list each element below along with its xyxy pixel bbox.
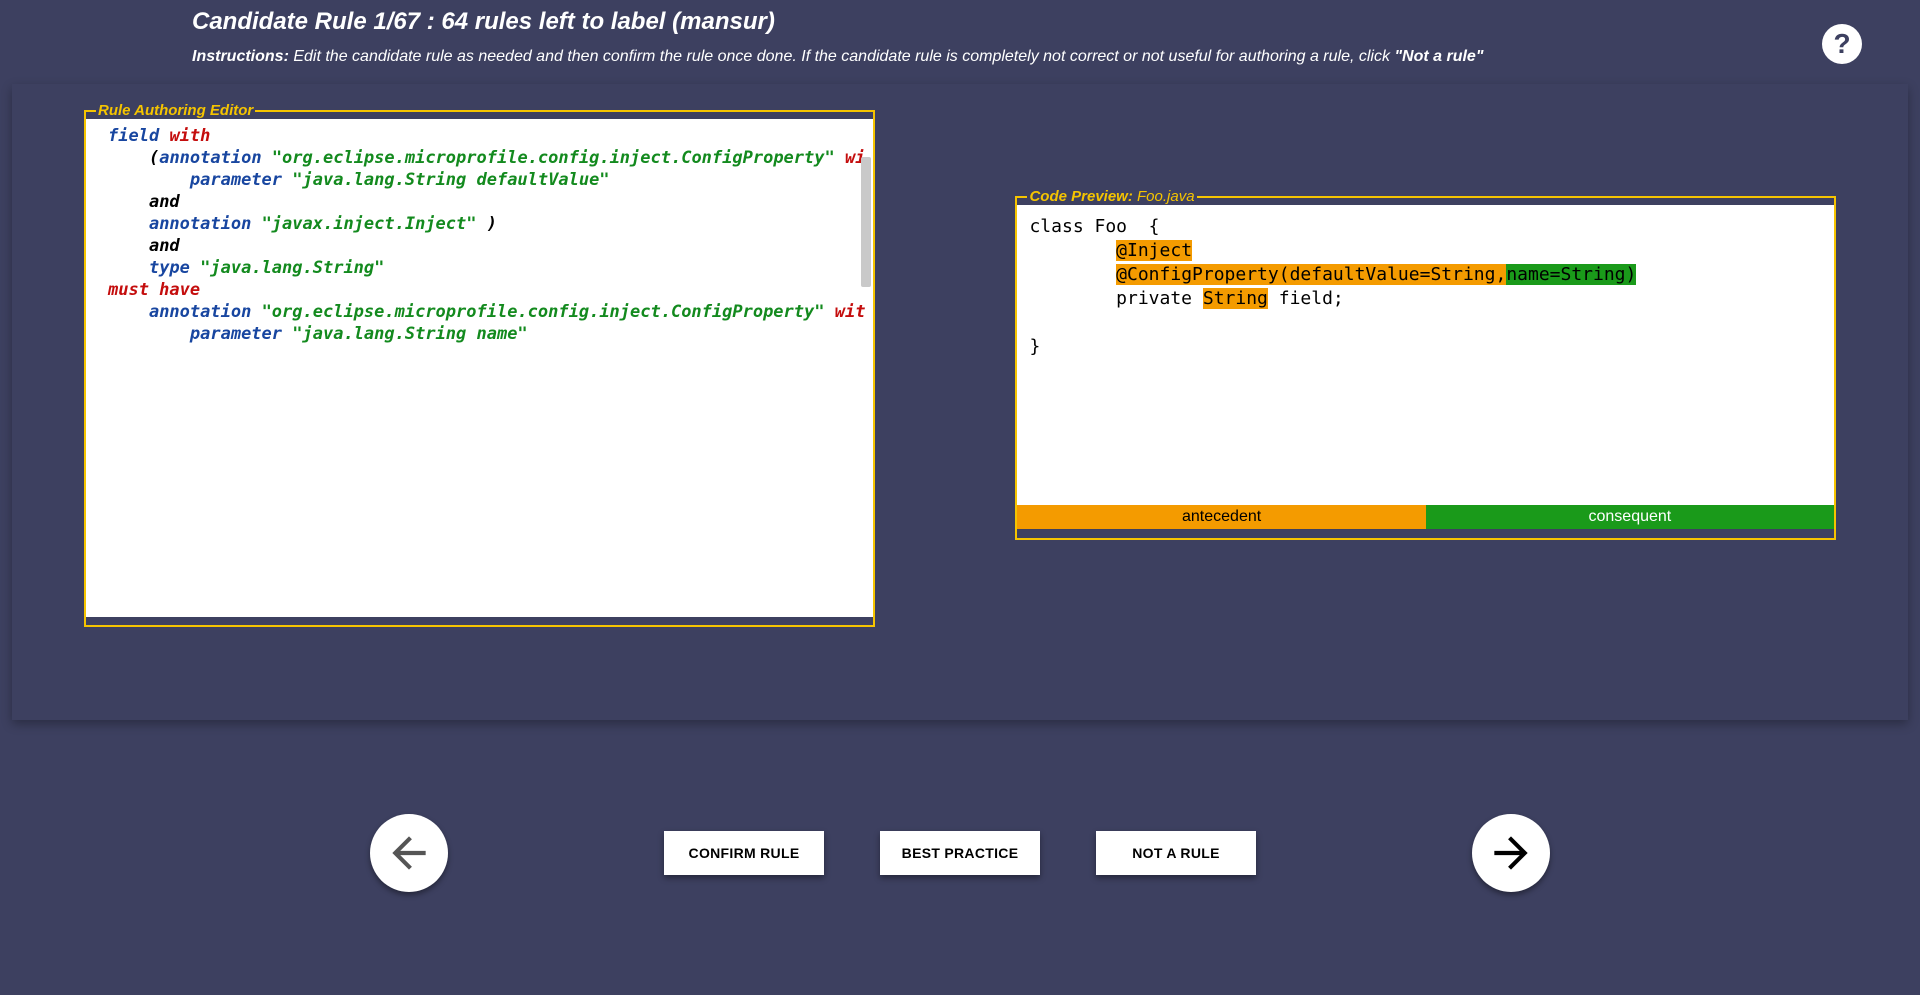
code-preview-panel: Code Preview: Foo.java class Foo { @Inje… xyxy=(1015,188,1836,540)
instructions-not-a-rule: "Not a rule" xyxy=(1394,48,1483,65)
code-preview: class Foo { @Inject @ConfigProperty(defa… xyxy=(1017,205,1834,505)
page-title: Candidate Rule 1/67 : 64 rules left to l… xyxy=(192,8,1920,36)
main-canvas: Rule Authoring Editor field with (annota… xyxy=(12,84,1908,720)
rule-editor-panel: Rule Authoring Editor field with (annota… xyxy=(84,102,875,627)
footer-controls: CONFIRM RULE BEST PRACTICE NOT A RULE xyxy=(0,814,1920,892)
instructions-label: Instructions: xyxy=(192,48,289,65)
instructions: Instructions: Edit the candidate rule as… xyxy=(192,48,1920,66)
help-glyph: ? xyxy=(1833,28,1850,60)
arrow-left-icon xyxy=(384,828,434,878)
instructions-text: Edit the candidate rule as needed and th… xyxy=(289,48,1395,65)
legend-consequent: consequent xyxy=(1426,505,1834,529)
arrow-right-icon xyxy=(1486,828,1536,878)
rule-editor[interactable]: field with (annotation "org.eclipse.micr… xyxy=(86,119,873,617)
help-icon[interactable]: ? xyxy=(1822,24,1862,64)
header: Candidate Rule 1/67 : 64 rules left to l… xyxy=(0,0,1920,78)
confirm-rule-button[interactable]: CONFIRM RULE xyxy=(664,831,824,875)
editor-scrollbar-thumb[interactable] xyxy=(861,157,871,287)
code-preview-legend: Code Preview: Foo.java xyxy=(1027,188,1196,205)
best-practice-button[interactable]: BEST PRACTICE xyxy=(880,831,1040,875)
preview-legend-bar: antecedent consequent xyxy=(1017,505,1834,529)
next-button[interactable] xyxy=(1472,814,1550,892)
legend-antecedent: antecedent xyxy=(1017,505,1425,529)
previous-button[interactable] xyxy=(370,814,448,892)
not-a-rule-button[interactable]: NOT A RULE xyxy=(1096,831,1256,875)
rule-editor-legend: Rule Authoring Editor xyxy=(96,102,255,119)
